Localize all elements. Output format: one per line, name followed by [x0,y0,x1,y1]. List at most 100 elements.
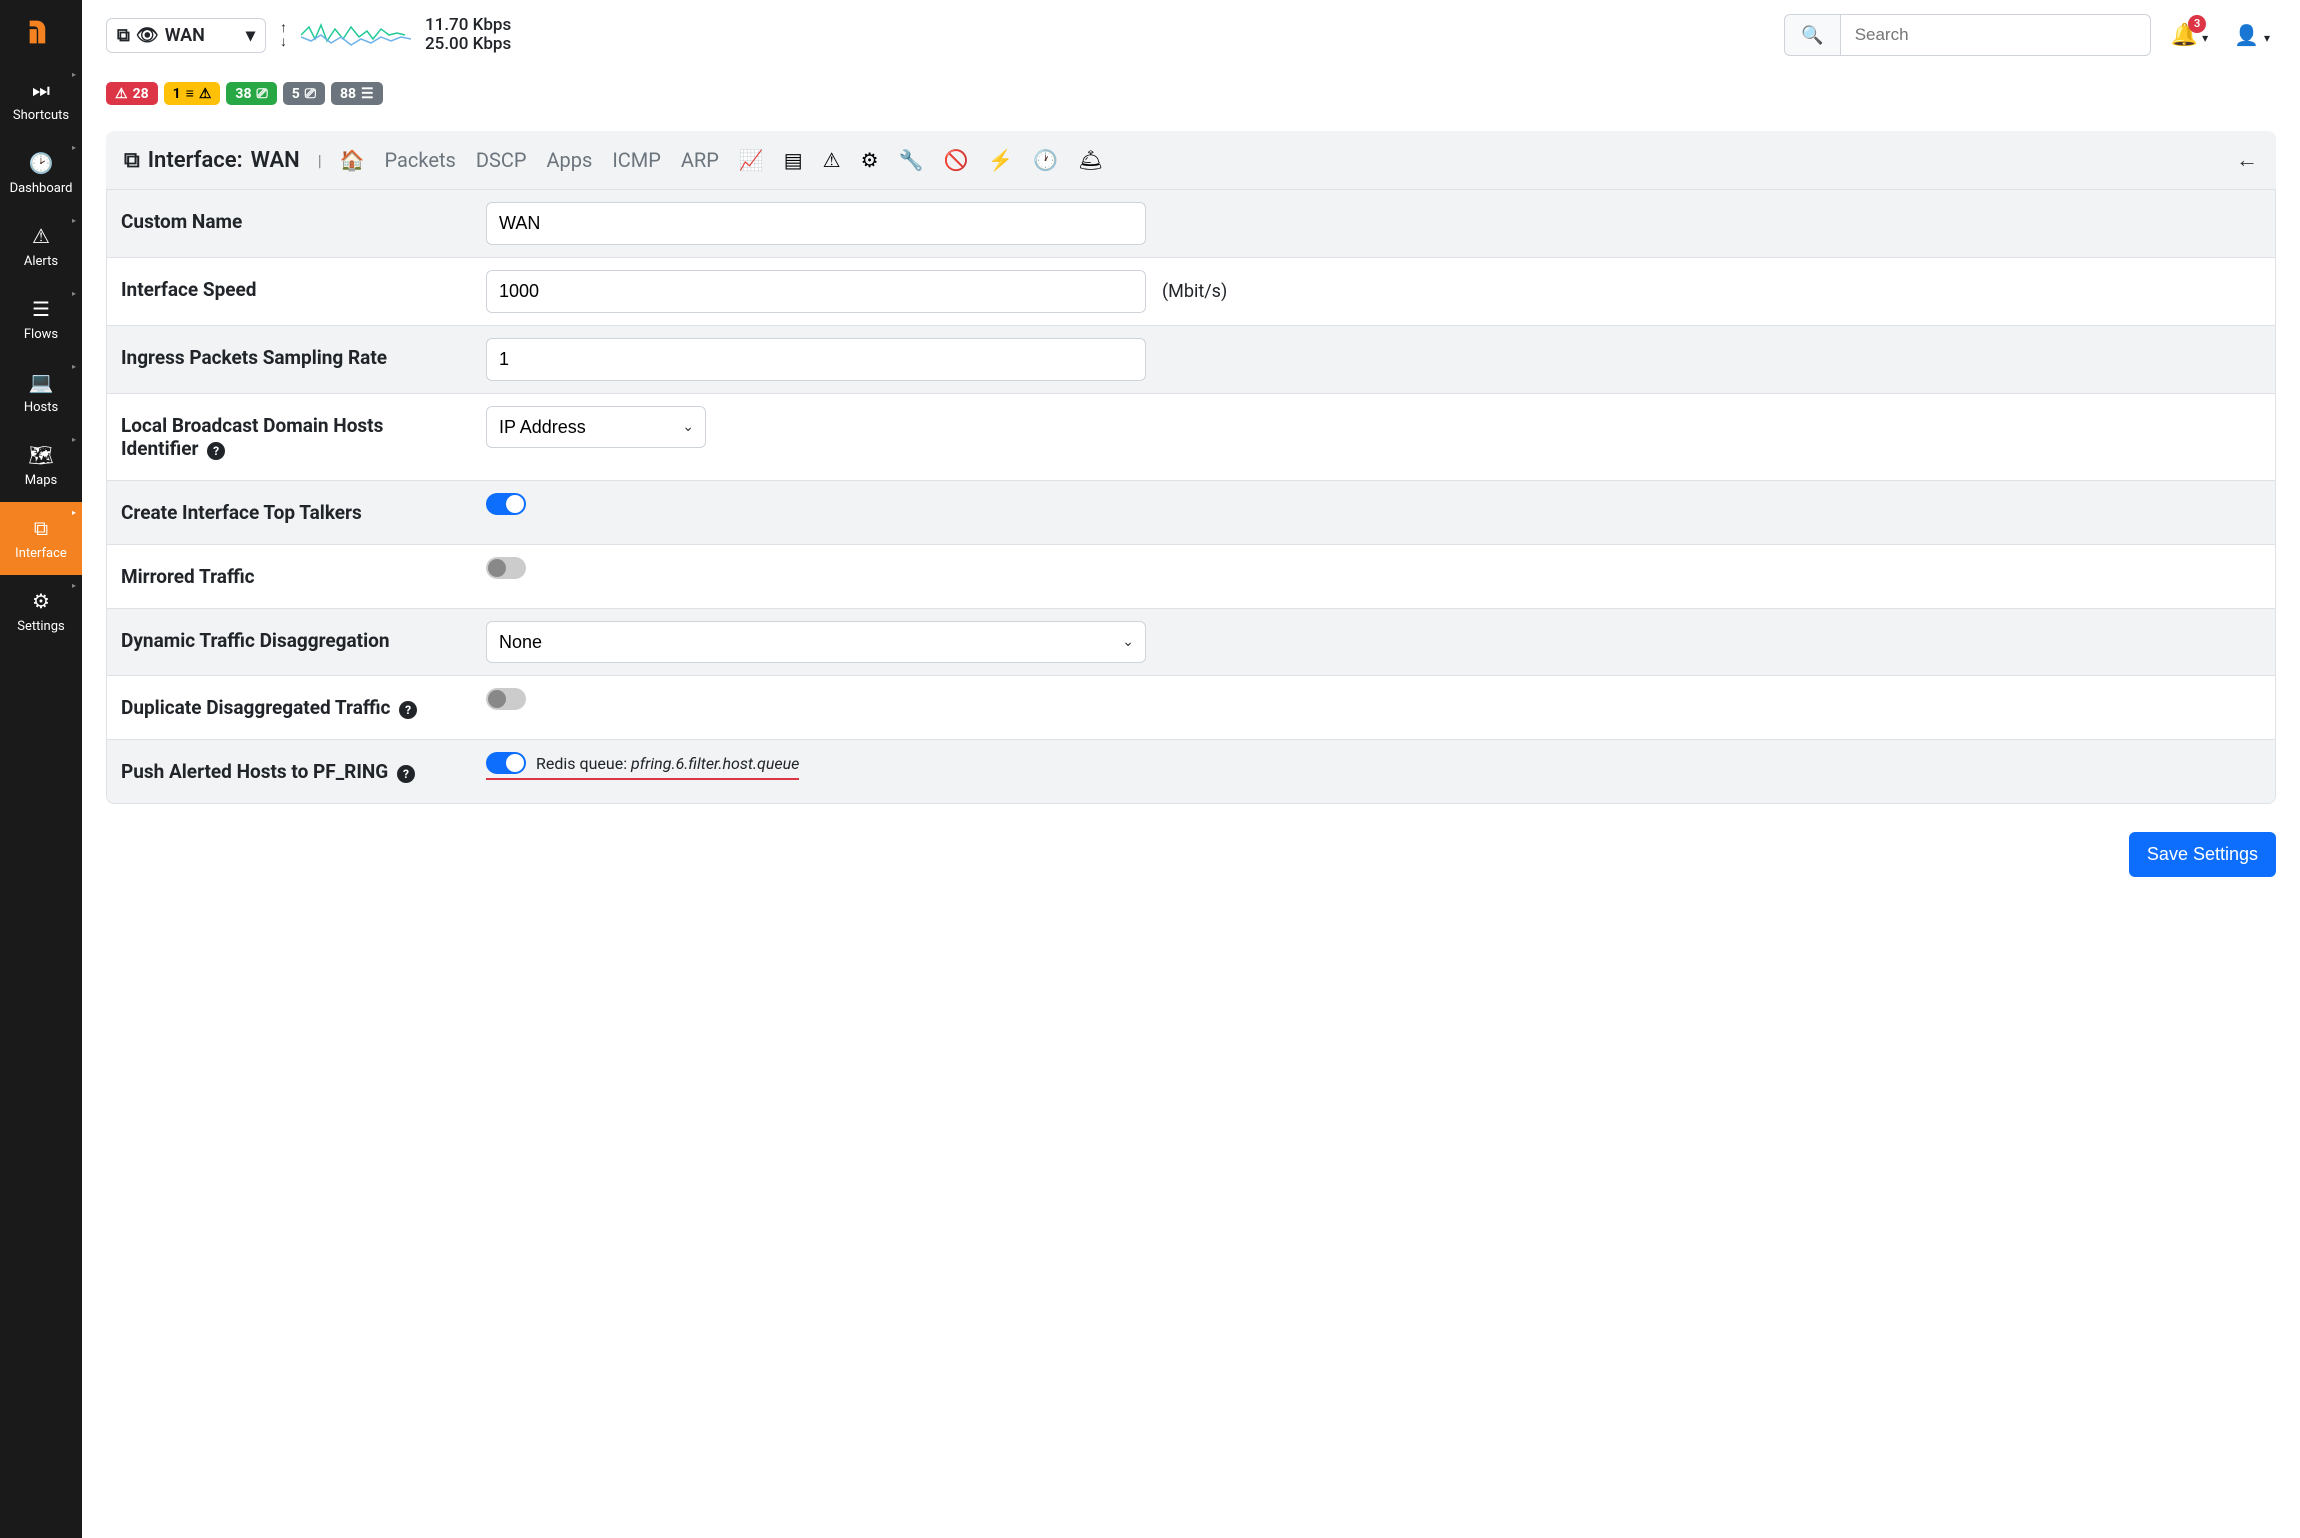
label-custom-name: Custom Name [107,190,472,253]
eye-icon: 👁 [136,25,159,46]
label-mirrored-traffic: Mirrored Traffic [107,545,472,608]
tab-flash[interactable]: ⚡ [988,148,1013,172]
flows-icon: ☰ [32,297,50,321]
status-badges: ⚠ 28 1 ≡ ⚠ 38 ⎚ 5 ⎚ 88 ☰ [106,82,2276,105]
row-duplicate-disagg: Duplicate Disaggregated Traffic ? [107,675,2275,739]
search-icon: 🔍 [1801,25,1823,45]
row-hosts-identifier: Local Broadcast Domain Hosts Identifier … [107,393,2275,480]
chevron-right-icon: ▸ [72,289,76,298]
badge-flows[interactable]: 88 ☰ [331,82,383,105]
tab-chart[interactable]: 📈 [739,148,764,172]
sidebar-item-dashboard[interactable]: ▸ 🕑 Dashboard [0,137,82,210]
label-top-talkers: Create Interface Top Talkers [107,481,472,544]
help-icon[interactable]: ? [397,765,415,783]
user-menu[interactable]: 👤 ▾ [2228,19,2276,51]
tab-apps[interactable]: Apps [546,148,592,172]
mirrored-traffic-toggle[interactable] [486,557,526,579]
search-button[interactable]: 🔍 [1784,14,1840,56]
sidebar: ▸ ⏭ Shortcuts ▸ 🕑 Dashboard ▸ ⚠ Alerts ▸… [0,0,82,1538]
save-settings-button[interactable]: Save Settings [2129,832,2276,877]
notifications-button[interactable]: 🔔 ▾ 3 [2165,19,2214,52]
label-sampling-rate: Ingress Packets Sampling Rate [107,326,472,389]
laptop-icon: ⎚ [305,86,316,102]
tab-dscp[interactable]: DSCP [476,148,527,172]
sidebar-item-maps[interactable]: ▸ 🗺 Maps [0,429,82,502]
chevron-right-icon: ▸ [72,362,76,371]
tab-icmp[interactable]: ICMP [612,148,661,172]
chevron-right-icon: ▸ [72,435,76,444]
warning-icon: ⚠ [32,224,50,248]
disaggregation-select[interactable]: None [486,621,1146,663]
badge-local-hosts[interactable]: 5 ⎚ [283,82,325,105]
sidebar-item-flows[interactable]: ▸ ☰ Flows [0,283,82,356]
label-duplicate-disagg: Duplicate Disaggregated Traffic ? [107,676,472,739]
rate-download: 25.00 Kbps [425,35,511,54]
row-sampling-rate: Ingress Packets Sampling Rate [107,325,2275,393]
tab-packets[interactable]: Packets [385,148,456,172]
home-icon: 🏠 [340,148,365,172]
concierge-bell-icon: 🛎 [1078,148,1103,172]
caret-down-icon: ▾ [2202,31,2208,45]
user-icon: 👤 [2234,23,2259,47]
sidebar-item-alerts[interactable]: ▸ ⚠ Alerts [0,210,82,283]
row-pfring: Push Alerted Hosts to PF_RING ? Redis qu… [107,739,2275,803]
interface-select[interactable]: ⧉ 👁 WAN ▾ [106,18,266,53]
sidebar-item-interface[interactable]: ▸ ⧉ Interface [0,502,82,575]
sidebar-item-label: Flows [24,327,58,342]
sidebar-item-label: Shortcuts [13,108,69,123]
dashboard-icon: 🕑 [29,151,54,175]
interface-speed-input[interactable] [486,270,1146,313]
badge-hosts[interactable]: 38 ⎚ [226,82,276,105]
chevron-right-icon: ▸ [72,508,76,517]
badge-engaged[interactable]: 1 ≡ ⚠ [164,82,221,105]
badge-alerts[interactable]: ⚠ 28 [106,82,158,105]
sidebar-item-shortcuts[interactable]: ▸ ⏭ Shortcuts [0,64,82,137]
top-talkers-toggle[interactable] [486,493,526,515]
custom-name-input[interactable] [486,202,1146,245]
chart-area-icon: 📈 [739,148,764,172]
header-tabs: 🏠 Packets DSCP Apps ICMP ARP 📈 ▤ ⚠ ⚙ 🔧 🚫… [340,148,1104,172]
gear-icon: ⚙ [861,148,879,172]
page-header: ⧉ Interface: WAN | 🏠 Packets DSCP Apps I… [106,131,2276,189]
app-logo[interactable] [0,0,82,64]
label-disaggregation: Dynamic Traffic Disaggregation [107,609,472,672]
back-button[interactable]: ← [2236,147,2258,173]
help-icon[interactable]: ? [207,442,225,460]
badge-value: 5 [292,86,300,102]
user-slash-icon: 🚫 [943,148,968,172]
pfring-toggle[interactable] [486,752,526,774]
sidebar-item-label: Dashboard [10,181,73,196]
sidebar-item-label: Interface [15,546,67,561]
tab-settings[interactable]: ⚙ [861,148,879,172]
search-input[interactable] [1841,14,2151,56]
caret-down-icon: ▾ [246,25,255,46]
tab-tools[interactable]: 🔧 [899,148,924,172]
chevron-right-icon: ▸ [72,143,76,152]
bolt-icon: ⚡ [988,148,1013,172]
interface-name: WAN [251,148,300,173]
warning-icon: ⚠ [199,86,212,102]
wrench-icon: 🔧 [899,148,924,172]
tab-home[interactable]: 🏠 [340,148,365,172]
label-pfring: Push Alerted Hosts to PF_RING ? [107,740,472,803]
duplicate-disagg-toggle[interactable] [486,688,526,710]
hdd-icon: ▤ [784,148,803,172]
hosts-identifier-select[interactable]: IP Address [486,406,706,448]
tab-clock[interactable]: 🕐 [1033,148,1058,172]
tab-user-disabled[interactable]: 🚫 [943,148,968,172]
badge-value: 88 [340,86,356,102]
forward-icon: ⏭ [32,78,50,102]
tab-storage[interactable]: ▤ [784,148,803,172]
help-icon[interactable]: ? [399,701,417,719]
sidebar-item-settings[interactable]: ▸ ⚙ Settings [0,575,82,648]
label-hosts-identifier: Local Broadcast Domain Hosts Identifier … [107,394,472,480]
title-prefix: Interface: [148,148,243,173]
tab-arp[interactable]: ARP [681,148,719,172]
tab-bell[interactable]: 🛎 [1078,148,1103,172]
sidebar-item-hosts[interactable]: ▸ 💻 Hosts [0,356,82,429]
label-interface-speed: Interface Speed [107,258,472,321]
tab-warnings[interactable]: ⚠ [823,148,841,172]
sampling-rate-input[interactable] [486,338,1146,381]
row-top-talkers: Create Interface Top Talkers [107,480,2275,544]
sidebar-item-label: Hosts [24,400,58,415]
